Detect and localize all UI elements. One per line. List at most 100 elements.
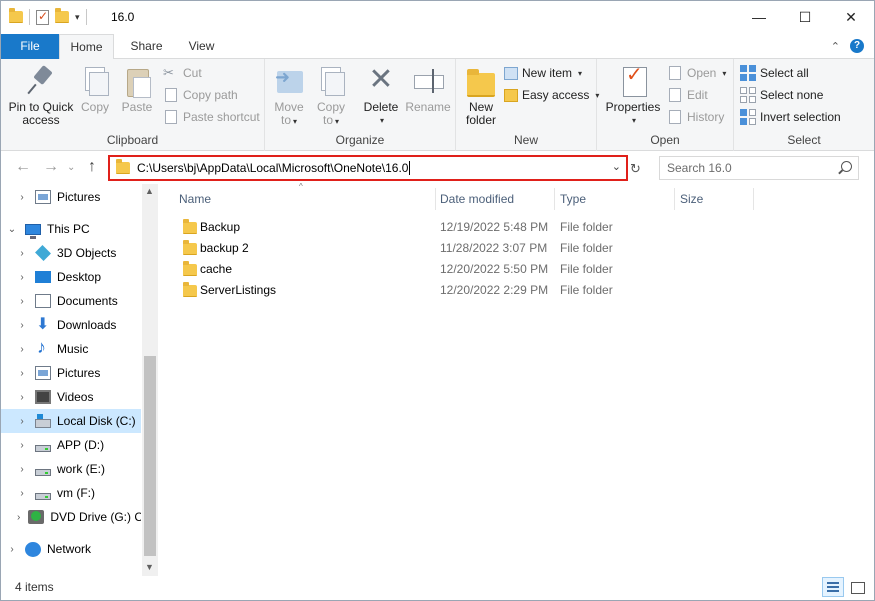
file-row[interactable]: ServerListings 12/20/2022 2:29 PM File fol… xyxy=(175,279,775,300)
refresh-icon[interactable]: ↻ xyxy=(630,161,641,177)
nav-item[interactable]: › Desktop xyxy=(1,265,141,289)
drive-icon xyxy=(35,492,51,500)
tab-share[interactable]: Share xyxy=(119,34,174,59)
address-bar[interactable]: C:\Users\bj\AppData\Local\Microsoft\OneN… xyxy=(108,155,628,181)
pin-to-quick-access-button[interactable]: Pin to Quick access xyxy=(7,65,75,127)
maximize-button[interactable]: ☐ xyxy=(782,1,828,33)
new-folder-button[interactable]: New folder xyxy=(462,65,500,127)
nav-item[interactable]: › vm (F:) xyxy=(1,481,141,505)
expand-chevron-right-icon[interactable]: › xyxy=(17,368,27,379)
nav-item-label: Videos xyxy=(57,390,94,404)
new-item-button[interactable]: New item ▾ xyxy=(504,63,582,83)
up-arrow-icon[interactable]: ↑ xyxy=(88,158,96,176)
move-to-button[interactable]: Move to▾ xyxy=(271,65,307,128)
column-header-type[interactable]: Type xyxy=(560,188,586,210)
file-row[interactable]: backup 2 11/28/2022 3:07 PM File folder xyxy=(175,237,775,258)
expand-chevron-right-icon[interactable]: › xyxy=(17,464,27,475)
expand-chevron-right-icon[interactable]: › xyxy=(17,512,20,523)
expand-chevron-right-icon[interactable]: › xyxy=(17,272,27,283)
scroll-down-icon[interactable]: ▼ xyxy=(145,562,154,572)
copy-label: Copy xyxy=(80,100,109,114)
expand-chevron-right-icon[interactable]: › xyxy=(17,488,27,499)
copy-to-button[interactable]: Copy to ▾ xyxy=(313,65,349,128)
nav-item[interactable]: › DVD Drive (G:) C xyxy=(1,505,141,529)
column-divider[interactable] xyxy=(674,188,675,210)
copy-button[interactable]: Copy xyxy=(77,65,113,114)
nav-item[interactable]: › Local Disk (C:) xyxy=(1,409,141,433)
expand-chevron-right-icon[interactable]: › xyxy=(17,296,27,307)
search-input[interactable]: Search 16.0 xyxy=(659,156,859,180)
nav-item[interactable]: › Pictures xyxy=(1,185,141,209)
minimize-button[interactable]: — xyxy=(736,1,782,33)
large-icons-view-button[interactable] xyxy=(846,577,868,597)
expand-chevron-right-icon[interactable]: › xyxy=(17,392,27,403)
paste-button[interactable]: Paste xyxy=(119,65,155,114)
address-history-chevron-icon[interactable]: ⌄ xyxy=(612,160,621,173)
expand-chevron-right-icon[interactable]: › xyxy=(7,544,17,555)
minimize-ribbon-icon[interactable]: ⌃ xyxy=(831,40,840,53)
back-arrow-icon[interactable]: ← xyxy=(15,158,31,176)
nav-pane-scrollbar[interactable]: ▲ ▼ xyxy=(142,184,158,576)
cut-button[interactable]: ✂ Cut xyxy=(163,63,202,83)
expand-chevron-right-icon[interactable]: › xyxy=(17,320,27,331)
expand-chevron-right-icon[interactable]: › xyxy=(17,416,27,427)
new-folder-icon[interactable] xyxy=(55,8,69,23)
expand-chevron-right-icon[interactable]: › xyxy=(17,248,27,259)
tab-home[interactable]: Home xyxy=(59,34,114,60)
nav-item[interactable]: › work (E:) xyxy=(1,457,141,481)
details-view-button[interactable] xyxy=(822,577,844,597)
edit-icon xyxy=(667,87,683,103)
forward-arrow-icon[interactable]: → xyxy=(43,158,59,176)
properties-icon[interactable] xyxy=(36,9,49,25)
edit-button[interactable]: Edit xyxy=(667,85,708,105)
clipboard-group: Pin to Quick access Copy Paste ✂ Cut Cop… xyxy=(1,59,265,151)
scroll-up-icon[interactable]: ▲ xyxy=(145,186,154,196)
nav-item[interactable]: › Videos xyxy=(1,385,141,409)
rename-button[interactable]: Rename xyxy=(405,65,451,114)
copy-path-button[interactable]: Copy path xyxy=(163,85,238,105)
chevron-down-icon: ▾ xyxy=(578,68,583,78)
select-all-button[interactable]: Select all xyxy=(740,63,809,83)
open-button[interactable]: Open ▾ xyxy=(667,63,726,83)
column-header-date-modified[interactable]: Date modified xyxy=(440,188,514,210)
invert-selection-button[interactable]: Invert selection xyxy=(740,107,841,127)
nav-item[interactable]: › Pictures xyxy=(1,361,141,385)
tab-view[interactable]: View xyxy=(174,34,229,59)
properties-button[interactable]: Properties ▾ xyxy=(603,65,663,127)
column-divider[interactable] xyxy=(435,188,436,210)
recent-locations-chevron-icon[interactable]: ⌄ xyxy=(67,162,75,173)
column-header-name[interactable]: Name xyxy=(179,188,211,210)
paste-shortcut-button[interactable]: Paste shortcut xyxy=(163,107,260,127)
expand-chevron-right-icon[interactable]: › xyxy=(17,344,27,355)
pin-icon xyxy=(25,65,57,97)
title-bar: ▾ 16.0 — ☐ ✕ xyxy=(1,1,874,34)
expand-chevron-right-icon[interactable]: › xyxy=(17,440,27,451)
select-none-icon xyxy=(740,87,756,103)
column-divider[interactable] xyxy=(753,188,754,210)
nav-item[interactable]: › Music xyxy=(1,337,141,361)
help-icon[interactable]: ? xyxy=(850,39,864,53)
expand-chevron-down-icon[interactable]: ⌄ xyxy=(7,224,17,235)
address-path[interactable]: C:\Users\bj\AppData\Local\Microsoft\OneN… xyxy=(137,161,408,175)
nav-item[interactable]: › APP (D:) xyxy=(1,433,141,457)
file-row[interactable]: Backup 12/19/2022 5:48 PM File folder xyxy=(175,216,775,237)
nav-item[interactable]: ⌄ This PC xyxy=(1,217,141,241)
select-none-button[interactable]: Select none xyxy=(740,85,823,105)
column-header-size[interactable]: Size xyxy=(680,188,703,210)
file-list: ^ Name Date modified Type Size Backup 12/… xyxy=(161,182,874,576)
file-row[interactable]: cache 12/20/2022 5:50 PM File folder xyxy=(175,258,775,279)
expand-chevron-right-icon[interactable]: › xyxy=(17,192,27,203)
history-button[interactable]: History xyxy=(667,107,724,127)
open-group-label: Open xyxy=(650,133,680,147)
nav-item[interactable]: › Documents xyxy=(1,289,141,313)
delete-button[interactable]: ✕ Delete ▾ xyxy=(361,65,401,127)
scrollbar-thumb[interactable] xyxy=(144,356,156,556)
nav-item[interactable]: › 3D Objects xyxy=(1,241,141,265)
close-button[interactable]: ✕ xyxy=(828,1,874,33)
easy-access-button[interactable]: Easy access ▾ xyxy=(504,85,599,105)
column-divider[interactable] xyxy=(554,188,555,210)
tab-file[interactable]: File xyxy=(1,34,59,59)
customize-toolbar-dropdown-icon[interactable]: ▾ xyxy=(75,12,80,23)
nav-item[interactable]: › Network xyxy=(1,537,141,561)
nav-item[interactable]: › Downloads xyxy=(1,313,141,337)
